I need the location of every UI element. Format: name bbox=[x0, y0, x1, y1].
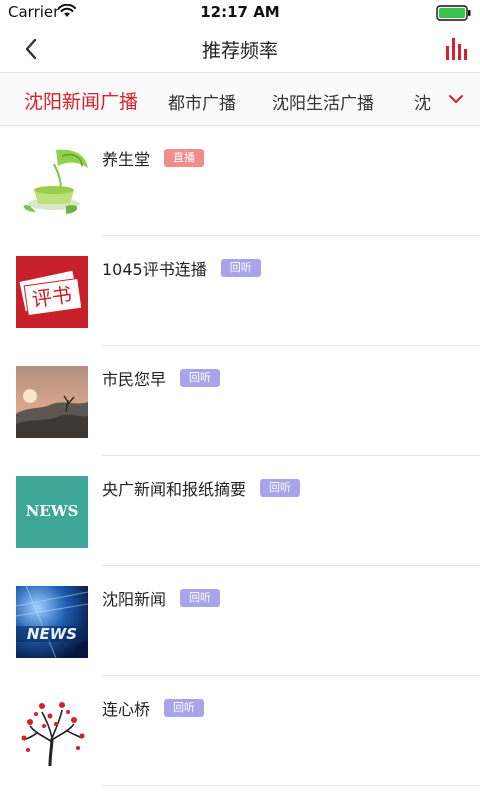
chevron-down-icon[interactable] bbox=[446, 91, 466, 107]
thumb-text: NEWS bbox=[26, 502, 79, 520]
program-title: 1045评书连播 bbox=[102, 260, 207, 279]
news-studio-image: NEWS bbox=[16, 586, 88, 658]
replay-badge: 回听 bbox=[164, 699, 205, 717]
news-logo-image: NEWS bbox=[16, 476, 88, 548]
battery-icon bbox=[436, 5, 471, 21]
program-title: 市民您早 bbox=[102, 370, 167, 389]
program-item[interactable]: 评书 1045评书连播 回听 bbox=[0, 236, 480, 346]
channel-tabs: 沈阳新闻广播 都市广播 沈阳生活广播 沈 bbox=[0, 72, 480, 126]
thumb-text: NEWS bbox=[27, 625, 77, 643]
pingshu-logo-image: 评书 bbox=[16, 256, 88, 328]
program-item[interactable]: 连心桥 回听 bbox=[0, 676, 480, 786]
tab-shenyang-life[interactable]: 沈阳生活广播 bbox=[272, 89, 374, 114]
status-bar: Carrier 12:17 AM bbox=[0, 0, 480, 26]
heart-tree-image bbox=[16, 696, 88, 768]
navigation-bar: 推荐频率 bbox=[0, 26, 480, 72]
tab-shenyang-news[interactable]: 沈阳新闻广播 bbox=[24, 87, 138, 114]
sunrise-image bbox=[16, 366, 88, 438]
program-list: 养生堂 直播 评书 1045评书连播 回听 市民您早 回听 NEWS 央广新闻和… bbox=[0, 126, 480, 786]
program-item[interactable]: 市民您早 回听 bbox=[0, 346, 480, 456]
program-title: 央广新闻和报纸摘要 bbox=[102, 480, 247, 499]
program-title: 连心桥 bbox=[102, 700, 151, 719]
program-title: 养生堂 bbox=[102, 150, 151, 169]
program-item[interactable]: 养生堂 直播 bbox=[0, 126, 480, 236]
program-title: 沈阳新闻 bbox=[102, 590, 167, 609]
replay-badge: 回听 bbox=[180, 589, 221, 607]
replay-badge: 回听 bbox=[220, 259, 261, 277]
page-title: 推荐频率 bbox=[201, 40, 278, 62]
live-badge: 直播 bbox=[164, 149, 205, 167]
program-item[interactable]: NEWS 央广新闻和报纸摘要 回听 bbox=[0, 456, 480, 566]
bar-chart-icon[interactable] bbox=[444, 36, 472, 62]
program-item[interactable]: NEWS 沈阳新闻 回听 bbox=[0, 566, 480, 676]
replay-badge: 回听 bbox=[260, 479, 301, 497]
tab-urban-broadcast[interactable]: 都市广播 bbox=[168, 89, 236, 114]
replay-badge: 回听 bbox=[180, 369, 221, 387]
clock: 12:17 AM bbox=[200, 3, 280, 21]
tab-shenyang-more[interactable]: 沈 bbox=[414, 89, 432, 114]
green-tea-image bbox=[16, 146, 88, 218]
